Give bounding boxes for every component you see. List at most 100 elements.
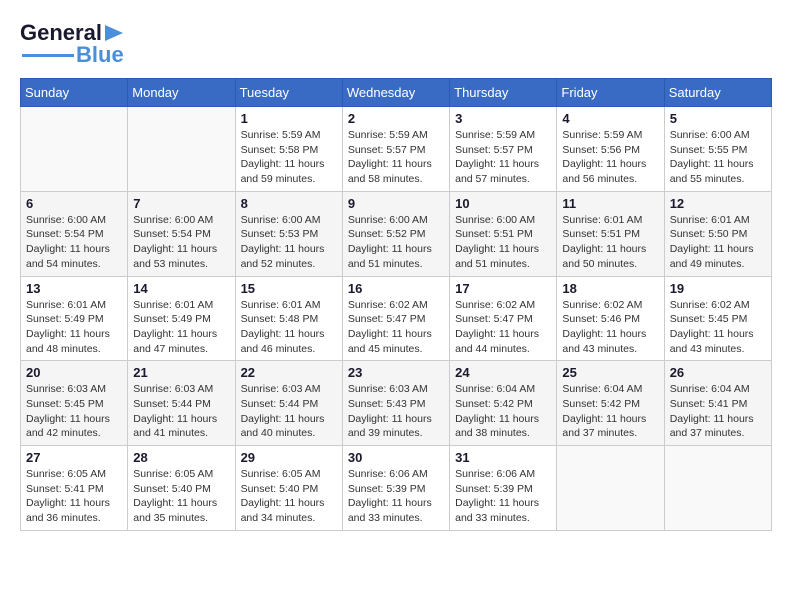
- day-number: 8: [241, 196, 337, 211]
- day-number: 7: [133, 196, 229, 211]
- day-info: Sunrise: 6:06 AMSunset: 5:39 PMDaylight:…: [348, 467, 444, 526]
- day-info: Sunrise: 6:04 AMSunset: 5:41 PMDaylight:…: [670, 382, 766, 441]
- day-number: 26: [670, 365, 766, 380]
- logo: General Blue: [20, 20, 125, 68]
- day-number: 14: [133, 281, 229, 296]
- calendar-header-monday: Monday: [128, 79, 235, 107]
- calendar-cell: 29 Sunrise: 6:05 AMSunset: 5:40 PMDayligh…: [235, 446, 342, 531]
- calendar-cell: 3Sunrise: 5:59 AMSunset: 5:57 PMDaylight…: [450, 107, 557, 192]
- calendar-cell: 4 Sunrise: 5:59 AMSunset: 5:56 PMDaylight…: [557, 107, 664, 192]
- day-info: Sunrise: 6:00 AMSunset: 5:52 PMDaylight:…: [348, 213, 444, 272]
- calendar-body: 1 Sunrise: 5:59 AMSunset: 5:58 PMDaylight…: [21, 107, 772, 531]
- day-number: 25: [562, 365, 658, 380]
- calendar-cell: [557, 446, 664, 531]
- day-info: Sunrise: 6:00 AMSunset: 5:54 PMDaylight:…: [133, 213, 229, 272]
- day-info: Sunrise: 6:01 AMSunset: 5:48 PMDaylight:…: [241, 298, 337, 357]
- day-info: Sunrise: 6:01 AMSunset: 5:49 PMDaylight:…: [26, 298, 122, 357]
- calendar-cell: 10 Sunrise: 6:00 AMSunset: 5:51 PMDayligh…: [450, 191, 557, 276]
- calendar-cell: 20 Sunrise: 6:03 AMSunset: 5:45 PMDayligh…: [21, 361, 128, 446]
- day-info: Sunrise: 6:00 AMSunset: 5:55 PMDaylight:…: [670, 128, 766, 187]
- calendar-cell: 13 Sunrise: 6:01 AMSunset: 5:49 PMDayligh…: [21, 276, 128, 361]
- day-number: 21: [133, 365, 229, 380]
- day-info: Sunrise: 5:59 AMSunset: 5:56 PMDaylight:…: [562, 128, 658, 187]
- calendar-cell: 28 Sunrise: 6:05 AMSunset: 5:40 PMDayligh…: [128, 446, 235, 531]
- day-info: Sunrise: 5:59 AMSunset: 5:57 PMDaylight:…: [455, 128, 551, 187]
- calendar-week-1: 1 Sunrise: 5:59 AMSunset: 5:58 PMDaylight…: [21, 107, 772, 192]
- day-number: 20: [26, 365, 122, 380]
- calendar-week-4: 20 Sunrise: 6:03 AMSunset: 5:45 PMDayligh…: [21, 361, 772, 446]
- logo-arrow-icon: [103, 23, 125, 43]
- day-number: 16: [348, 281, 444, 296]
- day-info: Sunrise: 6:03 AMSunset: 5:45 PMDaylight:…: [26, 382, 122, 441]
- day-number: 24: [455, 365, 551, 380]
- day-number: 29: [241, 450, 337, 465]
- day-number: 10: [455, 196, 551, 211]
- day-info: Sunrise: 6:03 AMSunset: 5:44 PMDaylight:…: [241, 382, 337, 441]
- logo-blue: Blue: [76, 42, 124, 68]
- calendar-week-5: 27 Sunrise: 6:05 AMSunset: 5:41 PMDayligh…: [21, 446, 772, 531]
- day-info: Sunrise: 6:02 AMSunset: 5:47 PMDaylight:…: [455, 298, 551, 357]
- day-number: 13: [26, 281, 122, 296]
- day-info: Sunrise: 6:04 AMSunset: 5:42 PMDaylight:…: [562, 382, 658, 441]
- calendar-cell: 15 Sunrise: 6:01 AMSunset: 5:48 PMDayligh…: [235, 276, 342, 361]
- calendar-cell: 14Sunrise: 6:01 AMSunset: 5:49 PMDayligh…: [128, 276, 235, 361]
- day-info: Sunrise: 6:06 AMSunset: 5:39 PMDaylight:…: [455, 467, 551, 526]
- day-number: 6: [26, 196, 122, 211]
- day-info: Sunrise: 6:05 AMSunset: 5:41 PMDaylight:…: [26, 467, 122, 526]
- day-number: 9: [348, 196, 444, 211]
- calendar-cell: [21, 107, 128, 192]
- day-info: Sunrise: 6:01 AMSunset: 5:50 PMDaylight:…: [670, 213, 766, 272]
- calendar-cell: 12Sunrise: 6:01 AMSunset: 5:50 PMDayligh…: [664, 191, 771, 276]
- calendar-cell: 30 Sunrise: 6:06 AMSunset: 5:39 PMDayligh…: [342, 446, 449, 531]
- day-info: Sunrise: 6:00 AMSunset: 5:51 PMDaylight:…: [455, 213, 551, 272]
- calendar-header-tuesday: Tuesday: [235, 79, 342, 107]
- calendar-header-thursday: Thursday: [450, 79, 557, 107]
- day-number: 18: [562, 281, 658, 296]
- day-info: Sunrise: 6:00 AMSunset: 5:54 PMDaylight:…: [26, 213, 122, 272]
- day-info: Sunrise: 6:05 AMSunset: 5:40 PMDaylight:…: [241, 467, 337, 526]
- day-number: 28: [133, 450, 229, 465]
- day-info: Sunrise: 6:05 AMSunset: 5:40 PMDaylight:…: [133, 467, 229, 526]
- calendar-cell: 6 Sunrise: 6:00 AMSunset: 5:54 PMDaylight…: [21, 191, 128, 276]
- day-info: Sunrise: 6:00 AMSunset: 5:53 PMDaylight:…: [241, 213, 337, 272]
- calendar-cell: 25 Sunrise: 6:04 AMSunset: 5:42 PMDayligh…: [557, 361, 664, 446]
- day-number: 17: [455, 281, 551, 296]
- day-number: 27: [26, 450, 122, 465]
- calendar-cell: 19 Sunrise: 6:02 AMSunset: 5:45 PMDayligh…: [664, 276, 771, 361]
- calendar-cell: 18 Sunrise: 6:02 AMSunset: 5:46 PMDayligh…: [557, 276, 664, 361]
- calendar-table: SundayMondayTuesdayWednesdayThursdayFrid…: [20, 78, 772, 531]
- calendar-cell: 8 Sunrise: 6:00 AMSunset: 5:53 PMDaylight…: [235, 191, 342, 276]
- calendar-cell: [664, 446, 771, 531]
- day-info: Sunrise: 6:02 AMSunset: 5:45 PMDaylight:…: [670, 298, 766, 357]
- day-info: Sunrise: 6:03 AMSunset: 5:43 PMDaylight:…: [348, 382, 444, 441]
- calendar-cell: 23 Sunrise: 6:03 AMSunset: 5:43 PMDayligh…: [342, 361, 449, 446]
- day-number: 4: [562, 111, 658, 126]
- calendar-cell: 21Sunrise: 6:03 AMSunset: 5:44 PMDayligh…: [128, 361, 235, 446]
- day-number: 15: [241, 281, 337, 296]
- calendar-cell: 7 Sunrise: 6:00 AMSunset: 5:54 PMDaylight…: [128, 191, 235, 276]
- calendar-cell: 27 Sunrise: 6:05 AMSunset: 5:41 PMDayligh…: [21, 446, 128, 531]
- calendar-cell: 17 Sunrise: 6:02 AMSunset: 5:47 PMDayligh…: [450, 276, 557, 361]
- day-number: 31: [455, 450, 551, 465]
- calendar-week-3: 13 Sunrise: 6:01 AMSunset: 5:49 PMDayligh…: [21, 276, 772, 361]
- day-number: 19: [670, 281, 766, 296]
- day-info: Sunrise: 6:02 AMSunset: 5:46 PMDaylight:…: [562, 298, 658, 357]
- calendar-cell: 5Sunrise: 6:00 AMSunset: 5:55 PMDaylight…: [664, 107, 771, 192]
- calendar-cell: 31 Sunrise: 6:06 AMSunset: 5:39 PMDayligh…: [450, 446, 557, 531]
- calendar-cell: 9 Sunrise: 6:00 AMSunset: 5:52 PMDaylight…: [342, 191, 449, 276]
- calendar-header-saturday: Saturday: [664, 79, 771, 107]
- calendar-cell: 11Sunrise: 6:01 AMSunset: 5:51 PMDayligh…: [557, 191, 664, 276]
- day-info: Sunrise: 5:59 AMSunset: 5:58 PMDaylight:…: [241, 128, 337, 187]
- calendar-week-2: 6 Sunrise: 6:00 AMSunset: 5:54 PMDaylight…: [21, 191, 772, 276]
- calendar-cell: 22 Sunrise: 6:03 AMSunset: 5:44 PMDayligh…: [235, 361, 342, 446]
- day-number: 22: [241, 365, 337, 380]
- calendar-header-wednesday: Wednesday: [342, 79, 449, 107]
- day-number: 1: [241, 111, 337, 126]
- page-header: General Blue: [20, 20, 772, 68]
- calendar-cell: 16Sunrise: 6:02 AMSunset: 5:47 PMDayligh…: [342, 276, 449, 361]
- day-number: 11: [562, 196, 658, 211]
- day-number: 30: [348, 450, 444, 465]
- day-info: Sunrise: 6:04 AMSunset: 5:42 PMDaylight:…: [455, 382, 551, 441]
- day-number: 23: [348, 365, 444, 380]
- calendar-cell: 24 Sunrise: 6:04 AMSunset: 5:42 PMDayligh…: [450, 361, 557, 446]
